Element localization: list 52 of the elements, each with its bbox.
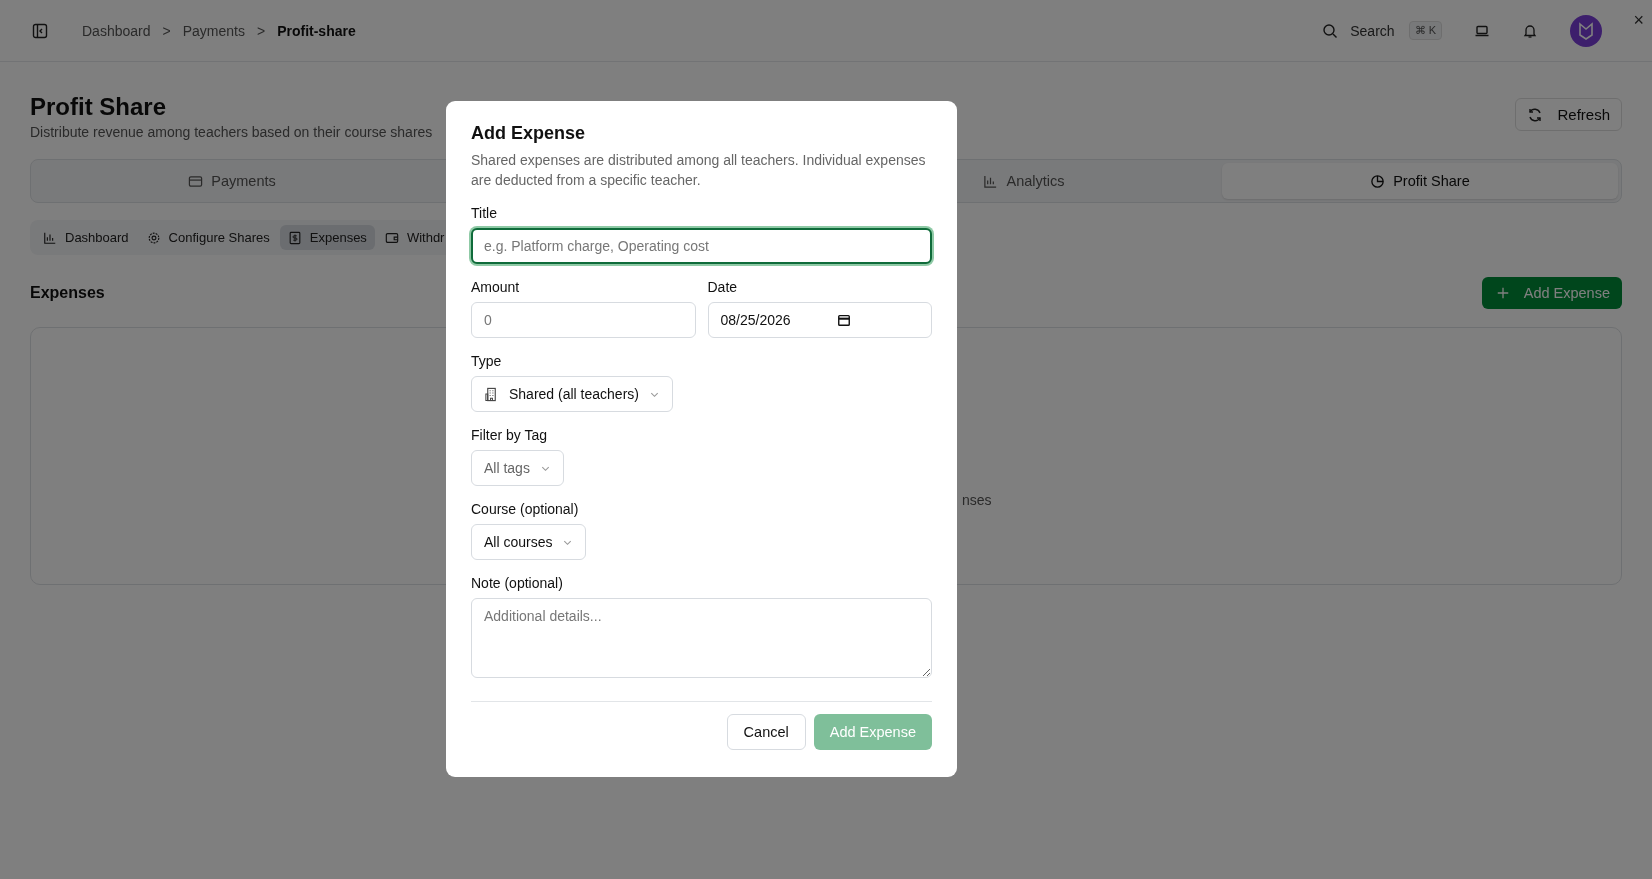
search-icon[interactable] (1322, 22, 1339, 39)
dialog-description: Shared expenses are distributed among all teachers. Individual expenses are deducted from a specific teacher. (471, 151, 927, 190)
refresh-button[interactable]: Refresh (1515, 98, 1622, 131)
card-icon (188, 173, 204, 189)
refresh-icon (1527, 106, 1544, 123)
amount-input[interactable]: 0 (471, 302, 696, 338)
note-textarea[interactable]: Additional details... (471, 598, 932, 678)
bar-chart-icon (43, 230, 57, 245)
breadcrumb-separator: > (162, 22, 171, 39)
dialog-title: Add Expense (471, 123, 586, 144)
subtab[interactable]: Expenses (279, 225, 375, 250)
field-label: Amount (471, 279, 521, 295)
section-title: Expenses (30, 284, 105, 302)
field-label: Type (471, 353, 502, 369)
pie-chart-icon (1370, 173, 1386, 189)
settings-icon (146, 230, 161, 245)
field-label: Filter by Tag (471, 427, 547, 443)
search-label[interactable]: Search (1350, 22, 1395, 39)
breadcrumb-link[interactable]: Dashboard (82, 22, 151, 39)
breadcrumb-separator: > (256, 22, 266, 39)
field-label: Course (optional) (471, 501, 579, 517)
date-input[interactable]: 08/25/2026 (707, 302, 932, 338)
dollar-receipt-icon (287, 230, 302, 245)
bell-icon[interactable] (1522, 22, 1538, 39)
course-select[interactable]: All courses (471, 524, 587, 560)
cancel-button[interactable]: Cancel (726, 714, 806, 750)
wallet-icon (384, 230, 399, 245)
type-select[interactable]: Shared (all teachers) (471, 376, 673, 412)
breadcrumb-link[interactable]: Payments (182, 22, 245, 39)
shortcut-key: ⌘ K (1408, 21, 1442, 40)
page-subtitle: Distribute revenue among teachers based on their course shares (30, 124, 433, 140)
empty-state-text: nses (962, 492, 992, 508)
field-label: Title (471, 205, 497, 221)
sidebar-toggle-icon[interactable] (32, 22, 48, 39)
field-label: Note (optional) (471, 575, 563, 591)
add-expense-button[interactable]: Add Expense (1481, 277, 1622, 309)
bar-chart-icon (983, 173, 999, 189)
field-label: Date (707, 279, 739, 295)
close-button[interactable]: × (1633, 10, 1644, 31)
plus-icon (1495, 286, 1510, 300)
subtab[interactable]: Dashboard (35, 225, 137, 250)
tab[interactable]: Payments (34, 163, 430, 199)
calendar-icon (836, 313, 851, 327)
tab[interactable]: Profit Share (1222, 163, 1618, 199)
avatar-icon[interactable] (1570, 14, 1602, 47)
breadcrumb-link[interactable]: Profit-share (277, 22, 356, 39)
page-title: Profit Share (30, 93, 168, 121)
subtab[interactable]: Withdr (376, 225, 453, 250)
building-icon (484, 386, 499, 402)
subtab[interactable]: Configure Shares (138, 225, 278, 250)
title-input[interactable]: e.g. Platform charge, Operating cost (471, 228, 932, 264)
tag-select[interactable]: All tags (471, 450, 564, 486)
